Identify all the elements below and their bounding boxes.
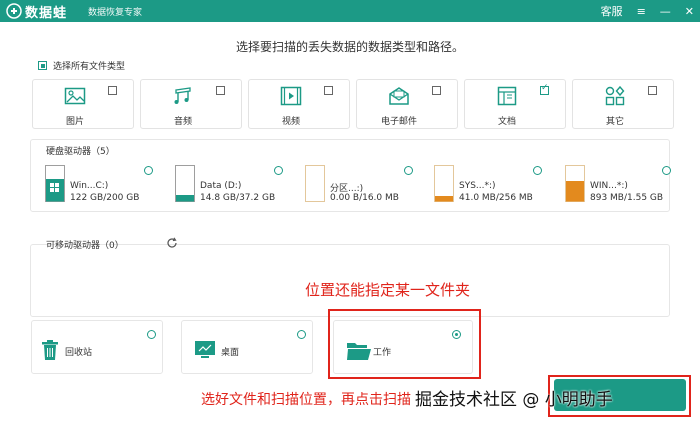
- recycle-bin-icon: [42, 340, 58, 360]
- drive-item-sys[interactable]: SYS...*:) 41.0 MB/256 MB: [434, 165, 554, 207]
- drive-icon: [565, 165, 585, 202]
- select-all-checkbox[interactable]: 选择所有文件类型: [38, 59, 125, 72]
- file-type-checkbox[interactable]: [108, 86, 117, 95]
- file-type-image[interactable]: 图片: [32, 79, 134, 129]
- drive-item-win[interactable]: WIN...*:) 893 MB/1.55 GB: [565, 165, 685, 207]
- location-radio[interactable]: [297, 330, 306, 339]
- annotation-highlight-folder: [328, 309, 481, 379]
- file-type-video[interactable]: 视频: [248, 79, 350, 129]
- drive-radio[interactable]: [533, 166, 542, 175]
- drive-name: WIN...*:): [590, 181, 628, 191]
- drive-size: 41.0 MB/256 MB: [459, 193, 533, 203]
- title-bar: 数据蛙 数据恢复专家 客服 ≡ — ✕: [0, 0, 700, 22]
- drive-name: Data (D:): [200, 181, 242, 191]
- file-type-other[interactable]: 其它: [572, 79, 674, 129]
- desktop-icon: [195, 341, 215, 358]
- app-logo: 数据蛙: [6, 2, 68, 21]
- drive-radio[interactable]: [404, 166, 413, 175]
- video-icon: [280, 86, 302, 106]
- select-all-box[interactable]: [38, 61, 47, 70]
- watermark-text: 掘金技术社区 @ 小明助手: [415, 390, 613, 410]
- drive-name: SYS...*:): [459, 181, 496, 191]
- file-type-audio[interactable]: 音频: [140, 79, 242, 129]
- file-type-label: 视频: [281, 117, 300, 127]
- select-all-label: 选择所有文件类型: [53, 62, 126, 72]
- menu-icon[interactable]: ≡: [637, 5, 646, 18]
- location-label: 桌面: [221, 348, 240, 358]
- drive-radio[interactable]: [144, 166, 153, 175]
- drive-size: 122 GB/200 GB: [70, 193, 140, 203]
- drive-icon: [175, 165, 195, 202]
- frog-logo-icon: [6, 3, 22, 19]
- drive-icon: [305, 165, 325, 202]
- hard-drive-title: 硬盘驱动器（5）: [46, 147, 115, 157]
- windows-drive-icon: [45, 165, 65, 202]
- drive-name: Win...C:): [70, 181, 109, 191]
- app-name: 数据蛙: [25, 5, 68, 21]
- location-desktop[interactable]: 桌面: [181, 320, 313, 374]
- refresh-icon[interactable]: [166, 237, 178, 249]
- file-type-checkbox[interactable]: [648, 86, 657, 95]
- file-type-email[interactable]: 电子邮件: [356, 79, 458, 129]
- file-type-checkbox[interactable]: [324, 86, 333, 95]
- drive-item-c[interactable]: Win...C:) 122 GB/200 GB: [45, 165, 165, 207]
- app-subtitle: 数据恢复专家: [88, 8, 143, 18]
- email-icon: [389, 87, 409, 105]
- close-icon[interactable]: ✕: [685, 5, 694, 18]
- customer-service-button[interactable]: 客服: [601, 3, 623, 19]
- annotation-folder-note: 位置还能指定某一文件夹: [305, 281, 471, 299]
- drive-size: 0.00 B/16.0 MB: [330, 193, 399, 203]
- file-type-document[interactable]: 文档: [464, 79, 566, 129]
- image-icon: [64, 87, 86, 105]
- drive-item-d[interactable]: Data (D:) 14.8 GB/37.2 GB: [175, 165, 295, 207]
- music-icon: [174, 87, 191, 104]
- location-label: 回收站: [65, 348, 93, 358]
- drive-size: 14.8 GB/37.2 GB: [200, 193, 276, 203]
- document-icon: [497, 86, 517, 106]
- file-type-checkbox[interactable]: [540, 83, 549, 95]
- page-instruction: 选择要扫描的丢失数据的数据类型和路径。: [235, 40, 464, 54]
- file-type-checkbox[interactable]: [216, 86, 225, 95]
- file-type-checkbox[interactable]: [432, 86, 441, 95]
- drive-radio[interactable]: [274, 166, 283, 175]
- drive-item-partition[interactable]: 分区...:) 0.00 B/16.0 MB: [305, 165, 425, 207]
- file-type-label: 电子邮件: [380, 117, 417, 127]
- removable-drive-title: 可移动驱动器（0）: [46, 241, 124, 251]
- drive-size: 893 MB/1.55 GB: [590, 193, 664, 203]
- location-radio[interactable]: [147, 330, 156, 339]
- location-recycle-bin[interactable]: 回收站: [31, 320, 163, 374]
- file-type-label: 音频: [173, 117, 192, 127]
- drive-icon: [434, 165, 454, 202]
- annotation-bottom-note: 选好文件和扫描位置，再点击扫描: [201, 392, 411, 408]
- minimize-icon[interactable]: —: [660, 5, 671, 18]
- file-type-label: 图片: [65, 117, 84, 127]
- drive-radio[interactable]: [662, 166, 671, 175]
- other-icon: [605, 85, 625, 106]
- file-type-label: 其它: [605, 117, 624, 127]
- file-type-label: 文档: [497, 117, 516, 127]
